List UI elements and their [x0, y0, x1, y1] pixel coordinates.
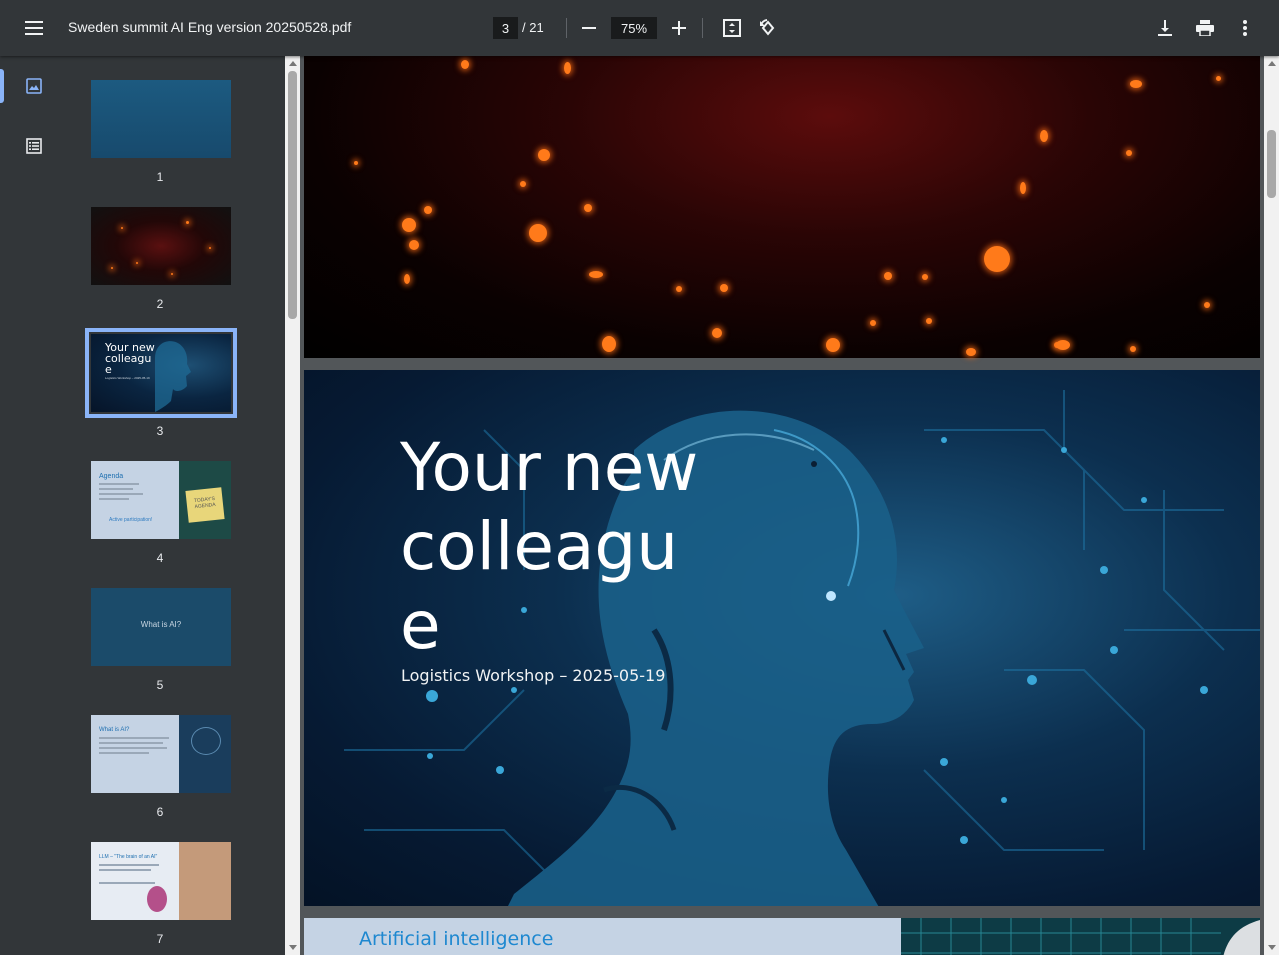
scrollbar-thumb[interactable]: [1267, 130, 1276, 198]
scroll-down-arrow-icon[interactable]: [289, 945, 297, 950]
thumbnail-slide-heading: What is AI?: [99, 727, 130, 733]
outline-icon[interactable]: [18, 130, 50, 162]
thumbnail-number: 5: [156, 678, 164, 692]
page-number-input[interactable]: 3: [493, 17, 518, 39]
thumbnail-number: 6: [156, 805, 164, 819]
fit-page-icon[interactable]: [716, 12, 748, 44]
thumbnail-panel: 1 2 Your new colleagu e Logistics Worksh…: [68, 56, 285, 955]
thumbnail-number: 7: [156, 932, 164, 946]
pdf-toolbar: Sweden summit AI Eng version 20250528.pd…: [0, 0, 1279, 56]
pdf-page-4: Artificial intelligence: [304, 918, 1260, 955]
scroll-up-arrow-icon[interactable]: [1268, 61, 1276, 66]
thumbnail-scrollbar[interactable]: [285, 56, 300, 955]
thumbnail-number: 3: [156, 424, 164, 438]
android-head-illustration: [155, 341, 191, 412]
thumbnail-page-6[interactable]: What is AI?: [91, 715, 231, 793]
thumbnail-page-1[interactable]: [91, 80, 231, 158]
zoom-in-icon[interactable]: [663, 12, 695, 44]
divider: [566, 18, 567, 38]
thumbnail-slide-title: Your new colleagu e: [105, 341, 155, 376]
pdf-page-2: [304, 56, 1260, 358]
scroll-up-arrow-icon[interactable]: [289, 61, 297, 66]
slide-title: Your new colleagu e: [400, 429, 699, 664]
thumbnail-slide-subtitle: Logistics Workshop – 2025-05-19: [105, 376, 150, 380]
download-icon[interactable]: [1149, 12, 1181, 44]
thumbnail-number: 2: [156, 297, 164, 311]
hamburger-menu-icon[interactable]: [18, 12, 50, 44]
pdf-page-3: Your new colleagu e Logistics Workshop –…: [304, 370, 1260, 906]
rotate-icon[interactable]: [752, 12, 784, 44]
thumbnails-icon[interactable]: [18, 70, 50, 102]
divider: [702, 18, 703, 38]
thumbnail-slide-heading: LLM – "The brain of an AI": [99, 854, 158, 860]
print-icon[interactable]: [1189, 12, 1221, 44]
thumbnail-number: 1: [156, 170, 164, 184]
thumbnail-slide-heading: What is AI?: [140, 620, 182, 629]
thumbnail-slide-heading: Agenda: [99, 473, 124, 480]
active-indicator: [0, 69, 4, 103]
slide-title: Artificial intelligence: [359, 928, 554, 950]
thumbnail-sticky-note: TODAY'S AGENDA: [185, 487, 225, 523]
thumbnail-page-2[interactable]: [91, 207, 231, 285]
scrollbar-thumb[interactable]: [288, 71, 297, 319]
viewer-scrollbar[interactable]: [1264, 56, 1279, 955]
thumbnail-page-5[interactable]: What is AI?: [91, 588, 231, 666]
zoom-out-icon[interactable]: [573, 12, 605, 44]
thumbnail-number: 4: [156, 551, 164, 565]
thumbnail-page-3[interactable]: Your new colleagu e Logistics Workshop –…: [85, 328, 237, 418]
zoom-level-input[interactable]: 75%: [611, 17, 657, 39]
thumbnail-page-4[interactable]: Agenda Active participation! TODAY'S AGE…: [91, 461, 231, 539]
pdf-viewer: Your new colleagu e Logistics Workshop –…: [300, 56, 1264, 955]
thumbnail-page-7[interactable]: LLM – "The brain of an AI": [91, 842, 231, 920]
slide-image: [901, 918, 1260, 955]
thumbnail-slide-caption: Active participation!: [109, 517, 153, 523]
slide-subtitle: Logistics Workshop – 2025-05-19: [401, 666, 666, 685]
scroll-down-arrow-icon[interactable]: [1268, 945, 1276, 950]
page-total: / 21: [522, 20, 544, 35]
more-vert-icon[interactable]: [1229, 12, 1261, 44]
document-title: Sweden summit AI Eng version 20250528.pd…: [68, 19, 352, 35]
sidebar-rail: [0, 56, 68, 955]
